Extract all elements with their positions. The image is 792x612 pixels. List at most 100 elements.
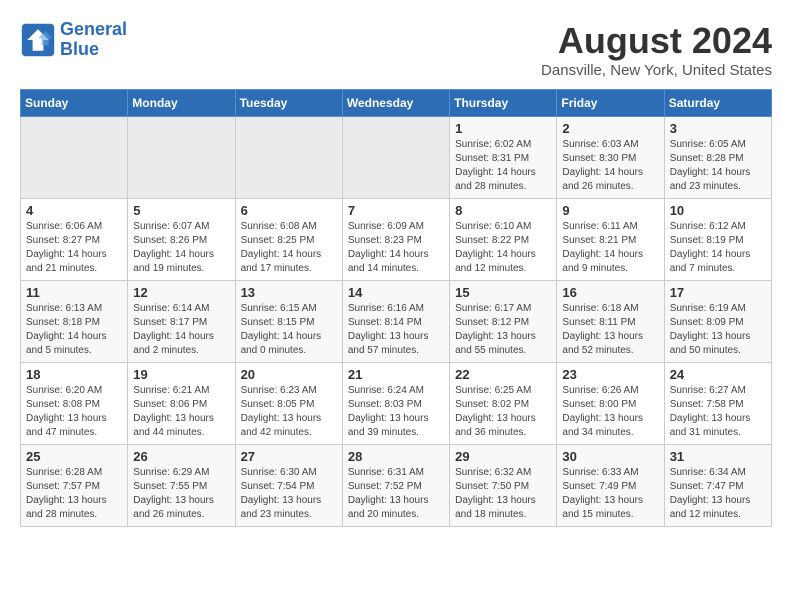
- calendar-cell: 8Sunrise: 6:10 AM Sunset: 8:22 PM Daylig…: [450, 199, 557, 281]
- location: Dansville, New York, United States: [541, 62, 772, 79]
- day-info: Sunrise: 6:26 AM Sunset: 8:00 PM Dayligh…: [562, 384, 658, 440]
- week-row-4: 18 Sunrise: 6:20 AM Sunset: 8:08 PM Dayli…: [21, 363, 772, 445]
- day-number: 28: [348, 449, 444, 464]
- calendar-cell: 26Sunrise: 6:29 AM Sunset: 7:55 PM Dayli…: [128, 445, 235, 527]
- calendar-cell: 9 Sunrise: 6:11 AM Sunset: 8:21 PM Daylig…: [557, 199, 664, 281]
- day-number: 6: [241, 203, 337, 218]
- day-info: Sunrise: 6:18 AM Sunset: 8:11 PM Dayligh…: [562, 302, 658, 358]
- col-header-friday: Friday: [557, 90, 664, 117]
- day-number: 9: [562, 203, 658, 218]
- calendar-cell: 31 Sunrise: 6:34 AM Sunset: 7:47 PM Dayli…: [664, 445, 771, 527]
- day-number: 7: [348, 203, 444, 218]
- day-info: Sunrise: 6:17 AM Sunset: 8:12 PM Dayligh…: [455, 302, 551, 358]
- day-info: Sunrise: 6:07 AM Sunset: 8:26 PM Dayligh…: [133, 220, 229, 276]
- calendar-body: 1 Sunrise: 6:02 AM Sunset: 8:31 PM Daylig…: [21, 117, 772, 527]
- day-info: Sunrise: 6:08 AM Sunset: 8:25 PM Dayligh…: [241, 220, 337, 276]
- day-info: Sunrise: 6:23 AM Sunset: 8:05 PM Dayligh…: [241, 384, 337, 440]
- calendar-cell: 4 Sunrise: 6:06 AM Sunset: 8:27 PM Daylig…: [21, 199, 128, 281]
- day-info: Sunrise: 6:33 AM Sunset: 7:49 PM Dayligh…: [562, 466, 658, 522]
- calendar-cell: 14Sunrise: 6:16 AM Sunset: 8:14 PM Dayli…: [342, 281, 449, 363]
- day-number: 22: [455, 367, 551, 382]
- day-info: Sunrise: 6:14 AM Sunset: 8:17 PM Dayligh…: [133, 302, 229, 358]
- calendar-cell: 17Sunrise: 6:19 AM Sunset: 8:09 PM Dayli…: [664, 281, 771, 363]
- calendar-cell: 15 Sunrise: 6:17 AM Sunset: 8:12 PM Dayli…: [450, 281, 557, 363]
- logo-icon: [20, 22, 56, 58]
- day-number: 4: [26, 203, 122, 218]
- calendar-cell: [235, 117, 342, 199]
- day-info: Sunrise: 6:32 AM Sunset: 7:50 PM Dayligh…: [455, 466, 551, 522]
- day-number: 24: [670, 367, 766, 382]
- calendar-cell: 11Sunrise: 6:13 AM Sunset: 8:18 PM Dayli…: [21, 281, 128, 363]
- calendar-cell: 3 Sunrise: 6:05 AM Sunset: 8:28 PM Daylig…: [664, 117, 771, 199]
- day-info: Sunrise: 6:06 AM Sunset: 8:27 PM Dayligh…: [26, 220, 122, 276]
- day-info: Sunrise: 6:34 AM Sunset: 7:47 PM Dayligh…: [670, 466, 766, 522]
- calendar-cell: 6 Sunrise: 6:08 AM Sunset: 8:25 PM Daylig…: [235, 199, 342, 281]
- col-header-saturday: Saturday: [664, 90, 771, 117]
- day-info: Sunrise: 6:15 AM Sunset: 8:15 PM Dayligh…: [241, 302, 337, 358]
- calendar-cell: 22 Sunrise: 6:25 AM Sunset: 8:02 PM Dayli…: [450, 363, 557, 445]
- calendar-cell: 23 Sunrise: 6:26 AM Sunset: 8:00 PM Dayli…: [557, 363, 664, 445]
- day-info: Sunrise: 6:20 AM Sunset: 8:08 PM Dayligh…: [26, 384, 122, 440]
- day-number: 1: [455, 121, 551, 136]
- day-number: 12: [133, 285, 229, 300]
- day-info: Sunrise: 6:31 AM Sunset: 7:52 PM Dayligh…: [348, 466, 444, 522]
- calendar-cell: [342, 117, 449, 199]
- day-number: 3: [670, 121, 766, 136]
- day-number: 15: [455, 285, 551, 300]
- day-number: 25: [26, 449, 122, 464]
- col-header-tuesday: Tuesday: [235, 90, 342, 117]
- day-info: Sunrise: 6:27 AM Sunset: 7:58 PM Dayligh…: [670, 384, 766, 440]
- day-info: Sunrise: 6:13 AM Sunset: 8:18 PM Dayligh…: [26, 302, 122, 358]
- calendar-cell: [128, 117, 235, 199]
- day-info: Sunrise: 6:02 AM Sunset: 8:31 PM Dayligh…: [455, 138, 551, 194]
- calendar-cell: 13 Sunrise: 6:15 AM Sunset: 8:15 PM Dayli…: [235, 281, 342, 363]
- calendar-cell: 2Sunrise: 6:03 AM Sunset: 8:30 PM Daylig…: [557, 117, 664, 199]
- day-number: 16: [562, 285, 658, 300]
- day-info: Sunrise: 6:12 AM Sunset: 8:19 PM Dayligh…: [670, 220, 766, 276]
- day-number: 10: [670, 203, 766, 218]
- day-info: Sunrise: 6:10 AM Sunset: 8:22 PM Dayligh…: [455, 220, 551, 276]
- logo: General Blue: [20, 20, 127, 60]
- calendar-cell: 10 Sunrise: 6:12 AM Sunset: 8:19 PM Dayli…: [664, 199, 771, 281]
- calendar-cell: 18 Sunrise: 6:20 AM Sunset: 8:08 PM Dayli…: [21, 363, 128, 445]
- day-number: 18: [26, 367, 122, 382]
- logo-blue: Blue: [60, 39, 99, 59]
- day-number: 13: [241, 285, 337, 300]
- day-number: 5: [133, 203, 229, 218]
- calendar-cell: 16 Sunrise: 6:18 AM Sunset: 8:11 PM Dayli…: [557, 281, 664, 363]
- day-number: 31: [670, 449, 766, 464]
- calendar-cell: 21Sunrise: 6:24 AM Sunset: 8:03 PM Dayli…: [342, 363, 449, 445]
- day-number: 14: [348, 285, 444, 300]
- month-title: August 2024: [541, 20, 772, 62]
- header-row: SundayMondayTuesdayWednesdayThursdayFrid…: [21, 90, 772, 117]
- week-row-2: 4 Sunrise: 6:06 AM Sunset: 8:27 PM Daylig…: [21, 199, 772, 281]
- calendar-cell: 1 Sunrise: 6:02 AM Sunset: 8:31 PM Daylig…: [450, 117, 557, 199]
- calendar-cell: 19 Sunrise: 6:21 AM Sunset: 8:06 PM Dayli…: [128, 363, 235, 445]
- day-number: 19: [133, 367, 229, 382]
- calendar-cell: 24 Sunrise: 6:27 AM Sunset: 7:58 PM Dayli…: [664, 363, 771, 445]
- title-block: August 2024 Dansville, New York, United …: [541, 20, 772, 79]
- day-number: 30: [562, 449, 658, 464]
- day-info: Sunrise: 6:05 AM Sunset: 8:28 PM Dayligh…: [670, 138, 766, 194]
- day-number: 23: [562, 367, 658, 382]
- day-info: Sunrise: 6:28 AM Sunset: 7:57 PM Dayligh…: [26, 466, 122, 522]
- calendar-cell: 12 Sunrise: 6:14 AM Sunset: 8:17 PM Dayli…: [128, 281, 235, 363]
- day-info: Sunrise: 6:03 AM Sunset: 8:30 PM Dayligh…: [562, 138, 658, 194]
- day-info: Sunrise: 6:11 AM Sunset: 8:21 PM Dayligh…: [562, 220, 658, 276]
- calendar-table: SundayMondayTuesdayWednesdayThursdayFrid…: [20, 89, 772, 527]
- calendar-cell: 5 Sunrise: 6:07 AM Sunset: 8:26 PM Daylig…: [128, 199, 235, 281]
- week-row-1: 1 Sunrise: 6:02 AM Sunset: 8:31 PM Daylig…: [21, 117, 772, 199]
- calendar-cell: [21, 117, 128, 199]
- col-header-wednesday: Wednesday: [342, 90, 449, 117]
- calendar-cell: 20 Sunrise: 6:23 AM Sunset: 8:05 PM Dayli…: [235, 363, 342, 445]
- calendar-cell: 27Sunrise: 6:30 AM Sunset: 7:54 PM Dayli…: [235, 445, 342, 527]
- page-header: General Blue August 2024 Dansville, New …: [20, 20, 772, 79]
- day-info: Sunrise: 6:25 AM Sunset: 8:02 PM Dayligh…: [455, 384, 551, 440]
- day-info: Sunrise: 6:21 AM Sunset: 8:06 PM Dayligh…: [133, 384, 229, 440]
- day-number: 20: [241, 367, 337, 382]
- week-row-5: 25 Sunrise: 6:28 AM Sunset: 7:57 PM Dayli…: [21, 445, 772, 527]
- day-info: Sunrise: 6:09 AM Sunset: 8:23 PM Dayligh…: [348, 220, 444, 276]
- calendar-cell: 7 Sunrise: 6:09 AM Sunset: 8:23 PM Daylig…: [342, 199, 449, 281]
- day-number: 21: [348, 367, 444, 382]
- day-number: 17: [670, 285, 766, 300]
